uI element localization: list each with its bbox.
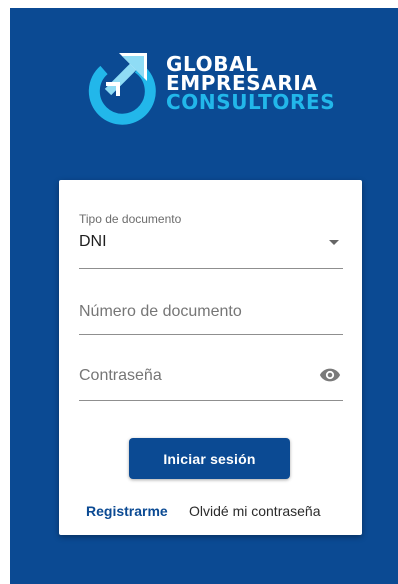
document-number-field[interactable] <box>79 283 343 335</box>
brand-wordmark: GLOBAL EMPRESARIA CONSULTORES <box>166 54 336 114</box>
brand-line-3: CONSULTORES <box>166 90 336 114</box>
brand-logo-icon <box>88 53 156 125</box>
password-field[interactable] <box>79 347 343 401</box>
eye-icon[interactable] <box>319 364 341 386</box>
register-link[interactable]: Registrarme <box>86 503 168 519</box>
document-number-input[interactable] <box>79 300 299 324</box>
document-type-value[interactable]: DNI <box>79 233 107 251</box>
document-type-label: Tipo de documento <box>79 212 182 226</box>
login-button[interactable]: Iniciar sesión <box>129 438 290 479</box>
login-card: Tipo de documento DNI Iniciar sesión Reg… <box>59 180 362 535</box>
chevron-down-icon[interactable] <box>329 240 339 245</box>
document-type-select[interactable]: Tipo de documento DNI <box>79 210 343 269</box>
forgot-password-link[interactable]: Olvidé mi contraseña <box>189 503 321 519</box>
login-screen: GLOBAL EMPRESARIA CONSULTORES Tipo de do… <box>10 8 398 584</box>
brand-logo: GLOBAL EMPRESARIA CONSULTORES <box>82 44 342 134</box>
password-input[interactable] <box>79 364 299 388</box>
